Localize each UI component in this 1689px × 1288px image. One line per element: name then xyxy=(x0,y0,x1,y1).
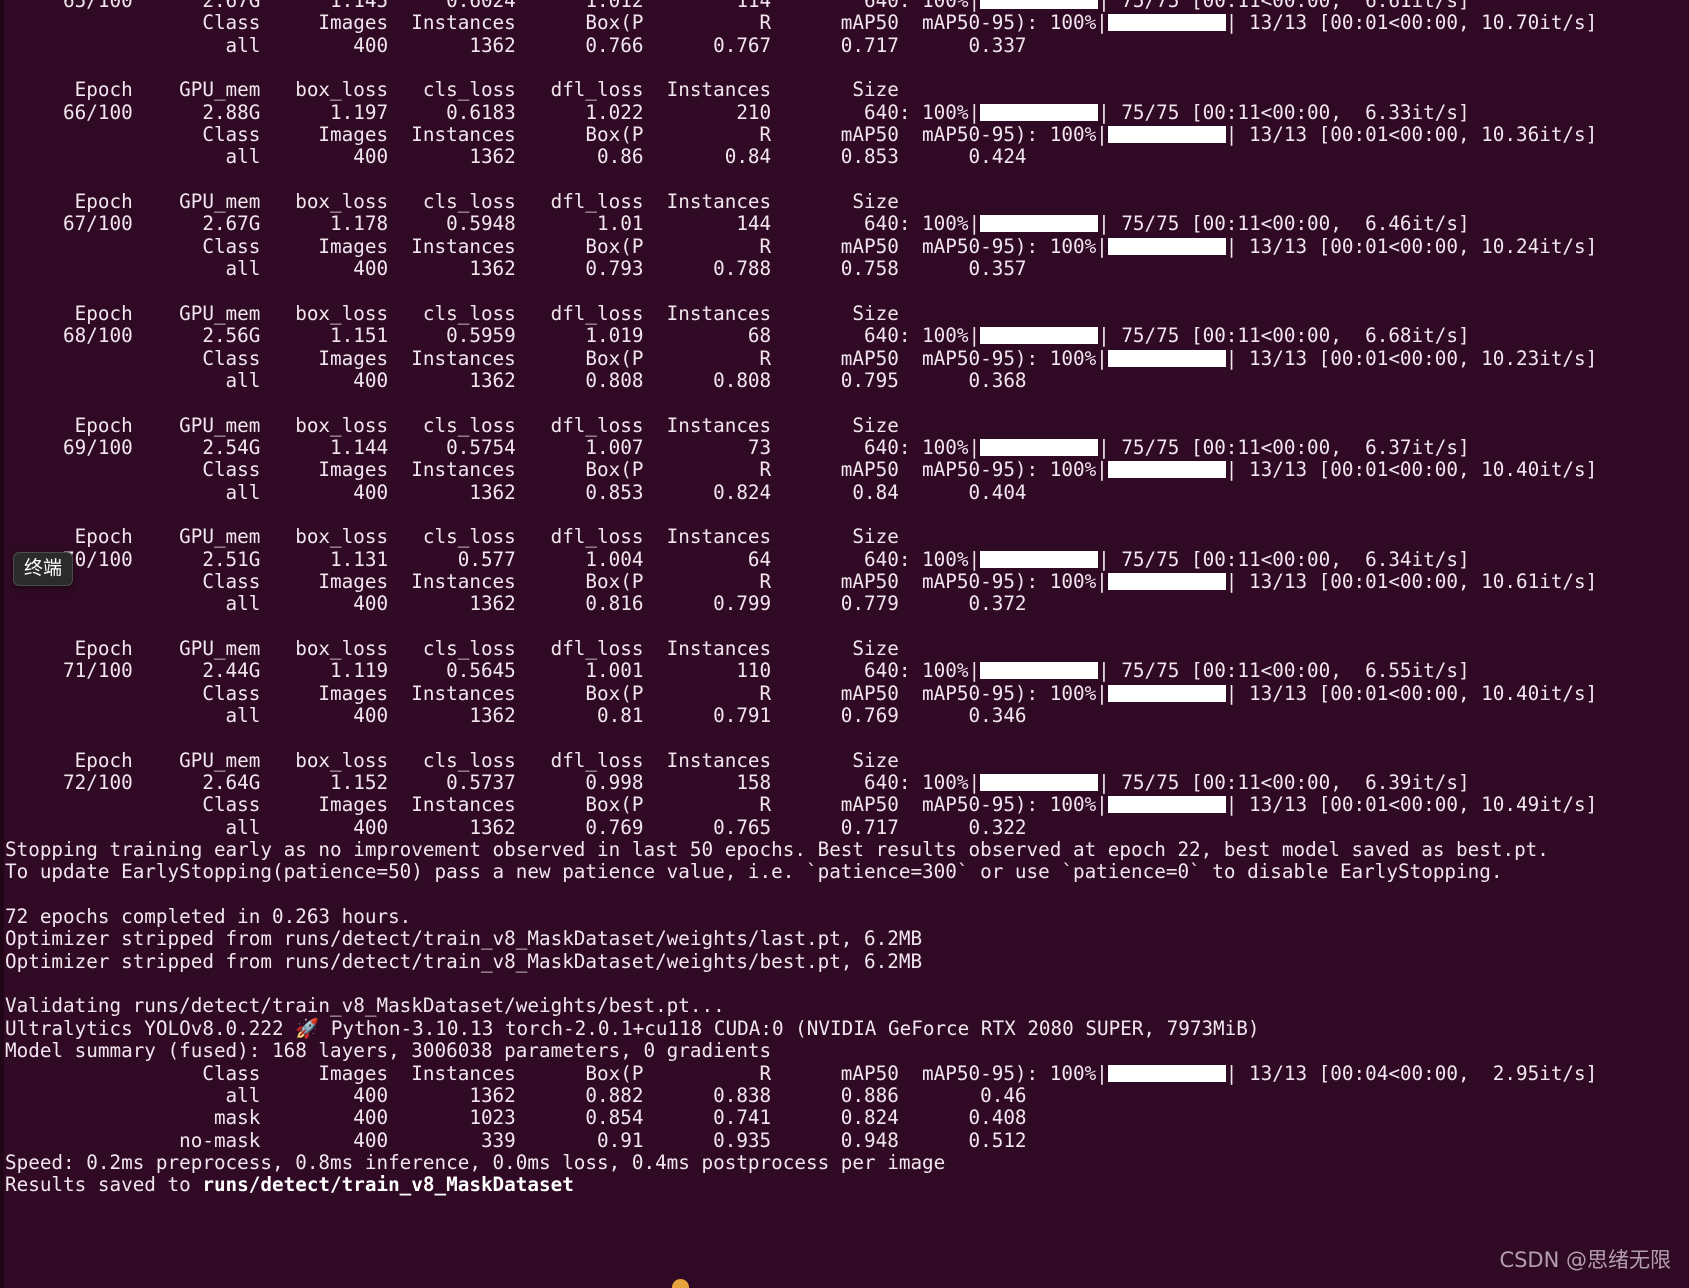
results-path: runs/detect/train_v8_MaskDataset xyxy=(202,1173,574,1197)
terminal-window-tooltip: 终端 xyxy=(13,552,74,586)
ultralytics-version-line: Ultralytics YOLOv8.0.222 🚀 Python-3.10.1… xyxy=(5,1016,1260,1040)
val-metrics-line: all 400 1362 0.808 0.808 0.795 0.368 xyxy=(5,368,1027,392)
train-progress-line: 69/100 2.54G 1.144 0.5754 1.007 73 640: … xyxy=(5,435,1470,459)
train-progress-line: 72/100 2.64G 1.152 0.5737 0.998 158 640:… xyxy=(5,771,1470,795)
window-left-edge xyxy=(0,0,4,1288)
results-saved-line: Results saved to runs/detect/train_v8_Ma… xyxy=(5,1173,574,1197)
val-progress-bar xyxy=(1107,684,1226,702)
val-progress-bar xyxy=(1107,461,1226,479)
train-header-line: Epoch GPU_mem box_loss cls_loss dfl_loss… xyxy=(5,748,899,772)
train-progress-bar xyxy=(980,550,1099,568)
train-progress-line: 68/100 2.56G 1.151 0.5959 1.019 68 640: … xyxy=(5,324,1470,348)
train-progress-line: 70/100 2.51G 1.131 0.577 1.004 64 640: 1… xyxy=(5,547,1470,571)
train-header-line: Epoch GPU_mem box_loss cls_loss dfl_loss… xyxy=(5,78,899,102)
val-header-line: Class Images Instances Box(P R mAP50 mAP… xyxy=(5,458,1598,482)
val-metrics-line: all 400 1362 0.793 0.788 0.758 0.357 xyxy=(5,257,1027,281)
train-header-line: Epoch GPU_mem box_loss cls_loss dfl_loss… xyxy=(5,301,899,325)
train-progress-bar xyxy=(980,662,1099,680)
val-progress-bar xyxy=(1107,796,1226,814)
val-progress-bar xyxy=(1107,572,1226,590)
train-progress-bar xyxy=(980,774,1099,792)
validating-line: Validating runs/detect/train_v8_MaskData… xyxy=(5,994,725,1018)
train-progress-line: 71/100 2.44G 1.119 0.5645 1.001 110 640:… xyxy=(5,659,1470,683)
train-progress-bar xyxy=(980,215,1099,233)
val-metrics-line: all 400 1362 0.766 0.767 0.717 0.337 xyxy=(5,33,1027,57)
early-stop-line-2: To update EarlyStopping(patience=50) pas… xyxy=(5,860,1503,884)
terminal-window[interactable]: 65/100 2.67G 1.145 0.6024 1.012 114 640:… xyxy=(0,0,1689,1288)
val-header-line: Class Images Instances Box(P R mAP50 mAP… xyxy=(5,793,1598,817)
train-progress-line: 66/100 2.88G 1.197 0.6183 1.022 210 640:… xyxy=(5,100,1470,124)
train-progress-bar xyxy=(980,438,1099,456)
val-progress-bar xyxy=(1107,126,1226,144)
train-header-line: Epoch GPU_mem box_loss cls_loss dfl_loss… xyxy=(5,525,899,549)
train-progress-line: 67/100 2.67G 1.178 0.5948 1.01 144 640: … xyxy=(5,212,1470,236)
final-val-progress-bar xyxy=(1107,1064,1226,1082)
train-header-line: Epoch GPU_mem box_loss cls_loss dfl_loss… xyxy=(5,190,899,214)
val-metrics-line: all 400 1362 0.86 0.84 0.853 0.424 xyxy=(5,145,1027,169)
model-summary-line: Model summary (fused): 168 layers, 30060… xyxy=(5,1039,772,1063)
val-metrics-line: all 400 1362 0.853 0.824 0.84 0.404 xyxy=(5,480,1027,504)
terminal-tooltip-label: 终端 xyxy=(24,557,63,579)
val-progress-bar xyxy=(1107,14,1226,32)
final-val-header-line: Class Images Instances Box(P R mAP50 mAP… xyxy=(5,1061,1598,1085)
val-header-line: Class Images Instances Box(P R mAP50 mAP… xyxy=(5,234,1598,258)
val-metrics-line: all 400 1362 0.769 0.765 0.717 0.322 xyxy=(5,815,1027,839)
val-metrics-line: all 400 1362 0.816 0.799 0.779 0.372 xyxy=(5,592,1027,616)
val-header-line: Class Images Instances Box(P R mAP50 mAP… xyxy=(5,11,1598,35)
train-progress-bar xyxy=(980,103,1099,121)
early-stop-line-1: Stopping training early as no improvemen… xyxy=(5,838,1549,862)
optimizer-last-line: Optimizer stripped from runs/detect/trai… xyxy=(5,927,923,951)
final-val-row: mask 400 1023 0.854 0.741 0.824 0.408 xyxy=(5,1106,1027,1130)
epochs-completed-line: 72 epochs completed in 0.263 hours. xyxy=(5,905,412,929)
train-progress-bar xyxy=(980,327,1099,345)
final-val-row: all 400 1362 0.882 0.838 0.886 0.46 xyxy=(5,1083,1027,1107)
optimizer-best-line: Optimizer stripped from runs/detect/trai… xyxy=(5,949,923,973)
val-header-line: Class Images Instances Box(P R mAP50 mAP… xyxy=(5,123,1598,147)
terminal-output: 65/100 2.67G 1.145 0.6024 1.012 114 640:… xyxy=(5,0,1689,1197)
csdn-watermark: CSDN @思绪无限 xyxy=(1499,1248,1671,1272)
speed-line: Speed: 0.2ms preprocess, 0.8ms inference… xyxy=(5,1150,946,1174)
val-header-line: Class Images Instances Box(P R mAP50 mAP… xyxy=(5,681,1598,705)
train-progress-bar xyxy=(980,0,1099,9)
val-metrics-line: all 400 1362 0.81 0.791 0.769 0.346 xyxy=(5,704,1027,727)
val-header-line: Class Images Instances Box(P R mAP50 mAP… xyxy=(5,346,1598,370)
val-progress-bar xyxy=(1107,349,1226,367)
final-val-row: no-mask 400 339 0.91 0.935 0.948 0.512 xyxy=(5,1128,1027,1152)
val-header-line: Class Images Instances Box(P R mAP50 mAP… xyxy=(5,569,1598,593)
train-header-line: Epoch GPU_mem box_loss cls_loss dfl_loss… xyxy=(5,413,899,437)
val-progress-bar xyxy=(1107,237,1226,255)
train-header-line: Epoch GPU_mem box_loss cls_loss dfl_loss… xyxy=(5,636,899,660)
